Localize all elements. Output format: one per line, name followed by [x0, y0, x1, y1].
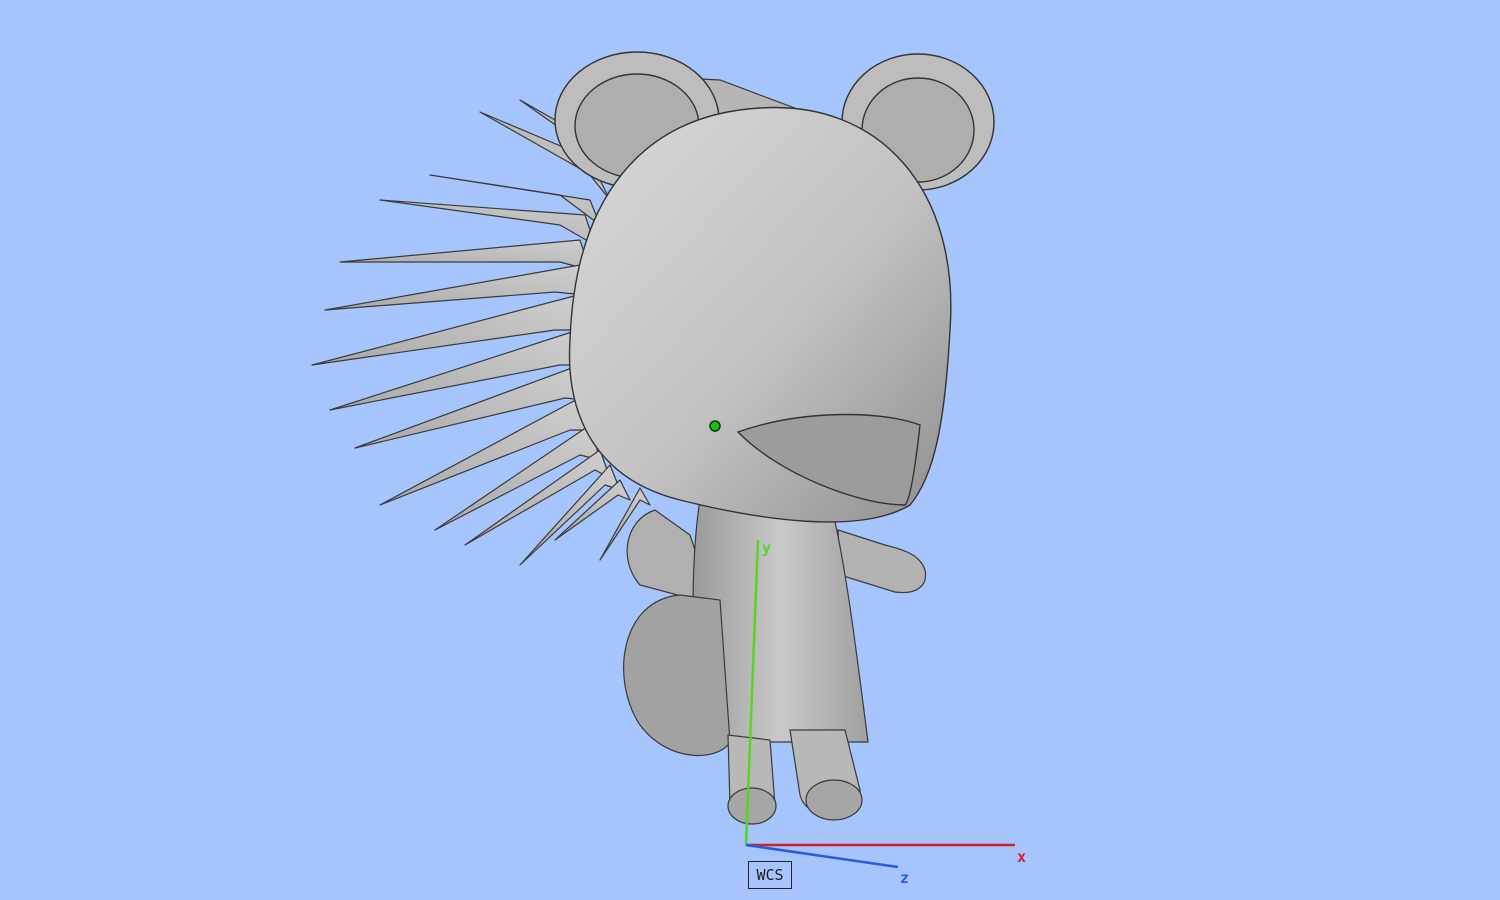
axis-z-label: z: [900, 869, 909, 887]
pivot-point[interactable]: [709, 420, 721, 432]
model-scene[interactable]: y x z: [0, 0, 1500, 900]
3d-viewport[interactable]: y x z WCS: [0, 0, 1500, 900]
head: [568, 106, 952, 523]
arm-right: [837, 529, 927, 594]
axis-x-label: x: [1017, 848, 1026, 866]
wcs-frame-label: WCS: [748, 861, 792, 889]
axis-y-label: y: [762, 539, 771, 557]
